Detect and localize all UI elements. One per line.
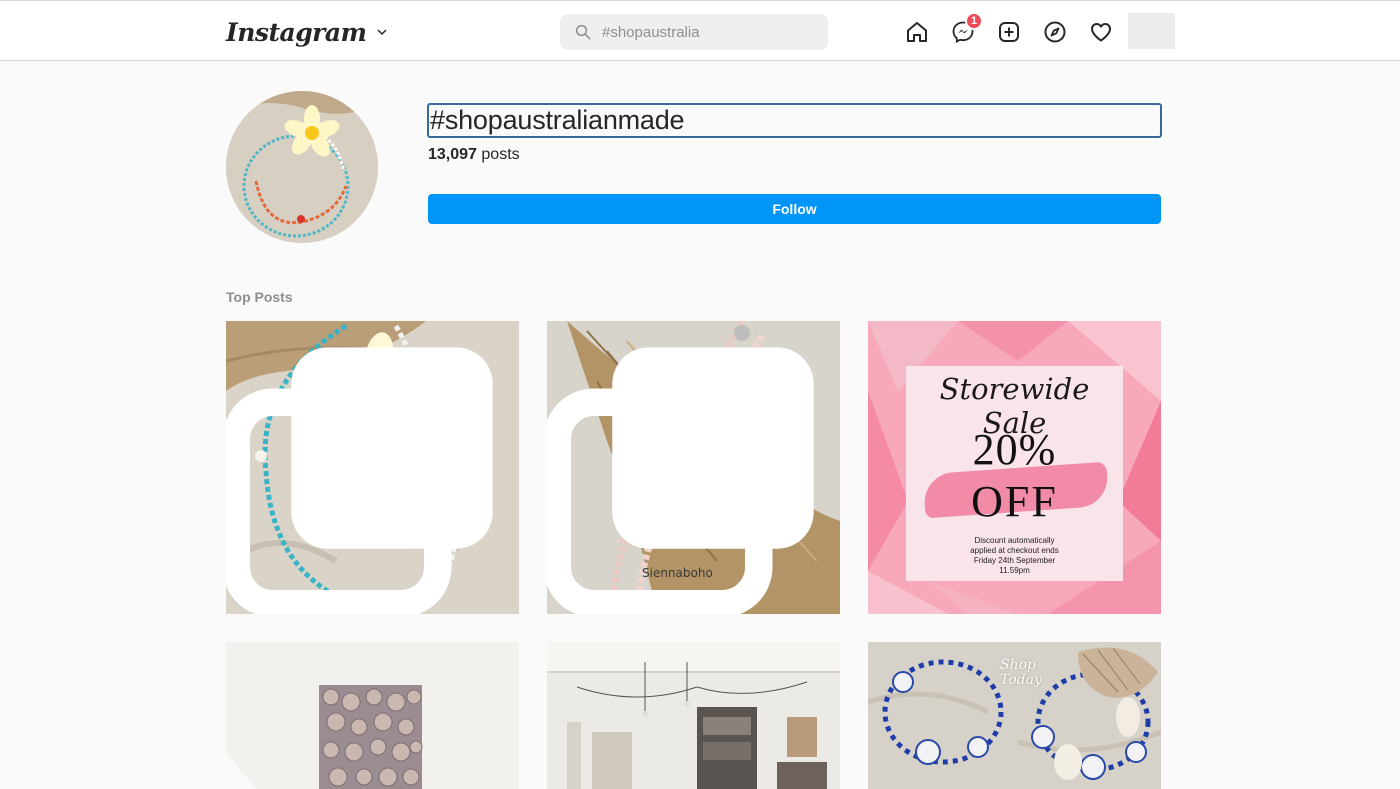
search-box[interactable] xyxy=(560,14,828,50)
post-thumbnail-5[interactable] xyxy=(547,642,840,789)
instagram-logo[interactable]: Instagram xyxy=(226,18,367,47)
post-thumbnail-4[interactable] xyxy=(226,642,519,789)
post-thumbnail-3[interactable]: Storewide Sale 20% OFF Discount automati… xyxy=(868,321,1161,614)
post-thumbnail-6[interactable]: Shop Today xyxy=(868,642,1161,789)
profile-avatar[interactable] xyxy=(1128,13,1175,49)
post-count-number: 13,097 xyxy=(428,146,477,163)
messenger-badge: 1 xyxy=(965,12,983,30)
post-image-shop-interior xyxy=(547,642,840,789)
search-icon xyxy=(575,24,591,40)
top-navigation-bar: Instagram 1 xyxy=(0,0,1400,61)
instagram-logo-switcher[interactable]: Instagram xyxy=(226,15,388,49)
multiple-photos-icon xyxy=(226,347,493,614)
explore-button[interactable] xyxy=(1042,19,1068,45)
hashtag-title: #shopaustralianmade xyxy=(430,105,685,135)
multiple-photos-icon xyxy=(547,347,814,614)
post-count-suffix: posts xyxy=(481,146,520,163)
sale-detail-line: Friday 24th September xyxy=(973,556,1056,565)
hashtag-avatar-image xyxy=(226,91,378,243)
post-count: 13,097 posts xyxy=(428,146,520,164)
messenger-button[interactable]: 1 xyxy=(950,12,983,45)
sale-detail-line: 11.59pm xyxy=(999,566,1030,575)
home-icon xyxy=(907,22,927,42)
search-input[interactable] xyxy=(602,23,802,41)
post-image-seashell-art xyxy=(226,642,519,789)
explore-icon xyxy=(1044,21,1066,43)
top-posts-label: Top Posts xyxy=(226,289,293,305)
sale-details: Discount automatically applied at checko… xyxy=(906,536,1123,576)
home-button[interactable] xyxy=(904,19,930,45)
post-overlay-line: Today xyxy=(1000,672,1042,688)
sale-card: Storewide Sale 20% OFF Discount automati… xyxy=(906,366,1123,581)
activity-heart-icon xyxy=(1091,23,1111,42)
activity-button[interactable] xyxy=(1088,19,1114,45)
sale-detail-line: Discount automatically xyxy=(974,536,1055,545)
hashtag-title-box: #shopaustralianmade xyxy=(427,103,1162,138)
chevron-down-icon[interactable] xyxy=(376,26,388,38)
sale-off: OFF xyxy=(971,477,1058,526)
hashtag-avatar xyxy=(226,91,378,243)
sale-detail-line: applied at checkout ends xyxy=(970,546,1059,555)
post-overlay-line: Shop xyxy=(1000,657,1036,673)
post-overlay-text: Shop Today xyxy=(1000,658,1042,688)
new-post-button[interactable] xyxy=(996,19,1022,45)
nav-icon-group: 1 xyxy=(904,12,1134,45)
new-post-icon xyxy=(999,22,1019,42)
post-thumbnail-2[interactable]: Siennaboho xyxy=(547,321,840,614)
follow-button[interactable]: Follow xyxy=(428,194,1161,224)
post-thumbnail-1[interactable] xyxy=(226,321,519,614)
